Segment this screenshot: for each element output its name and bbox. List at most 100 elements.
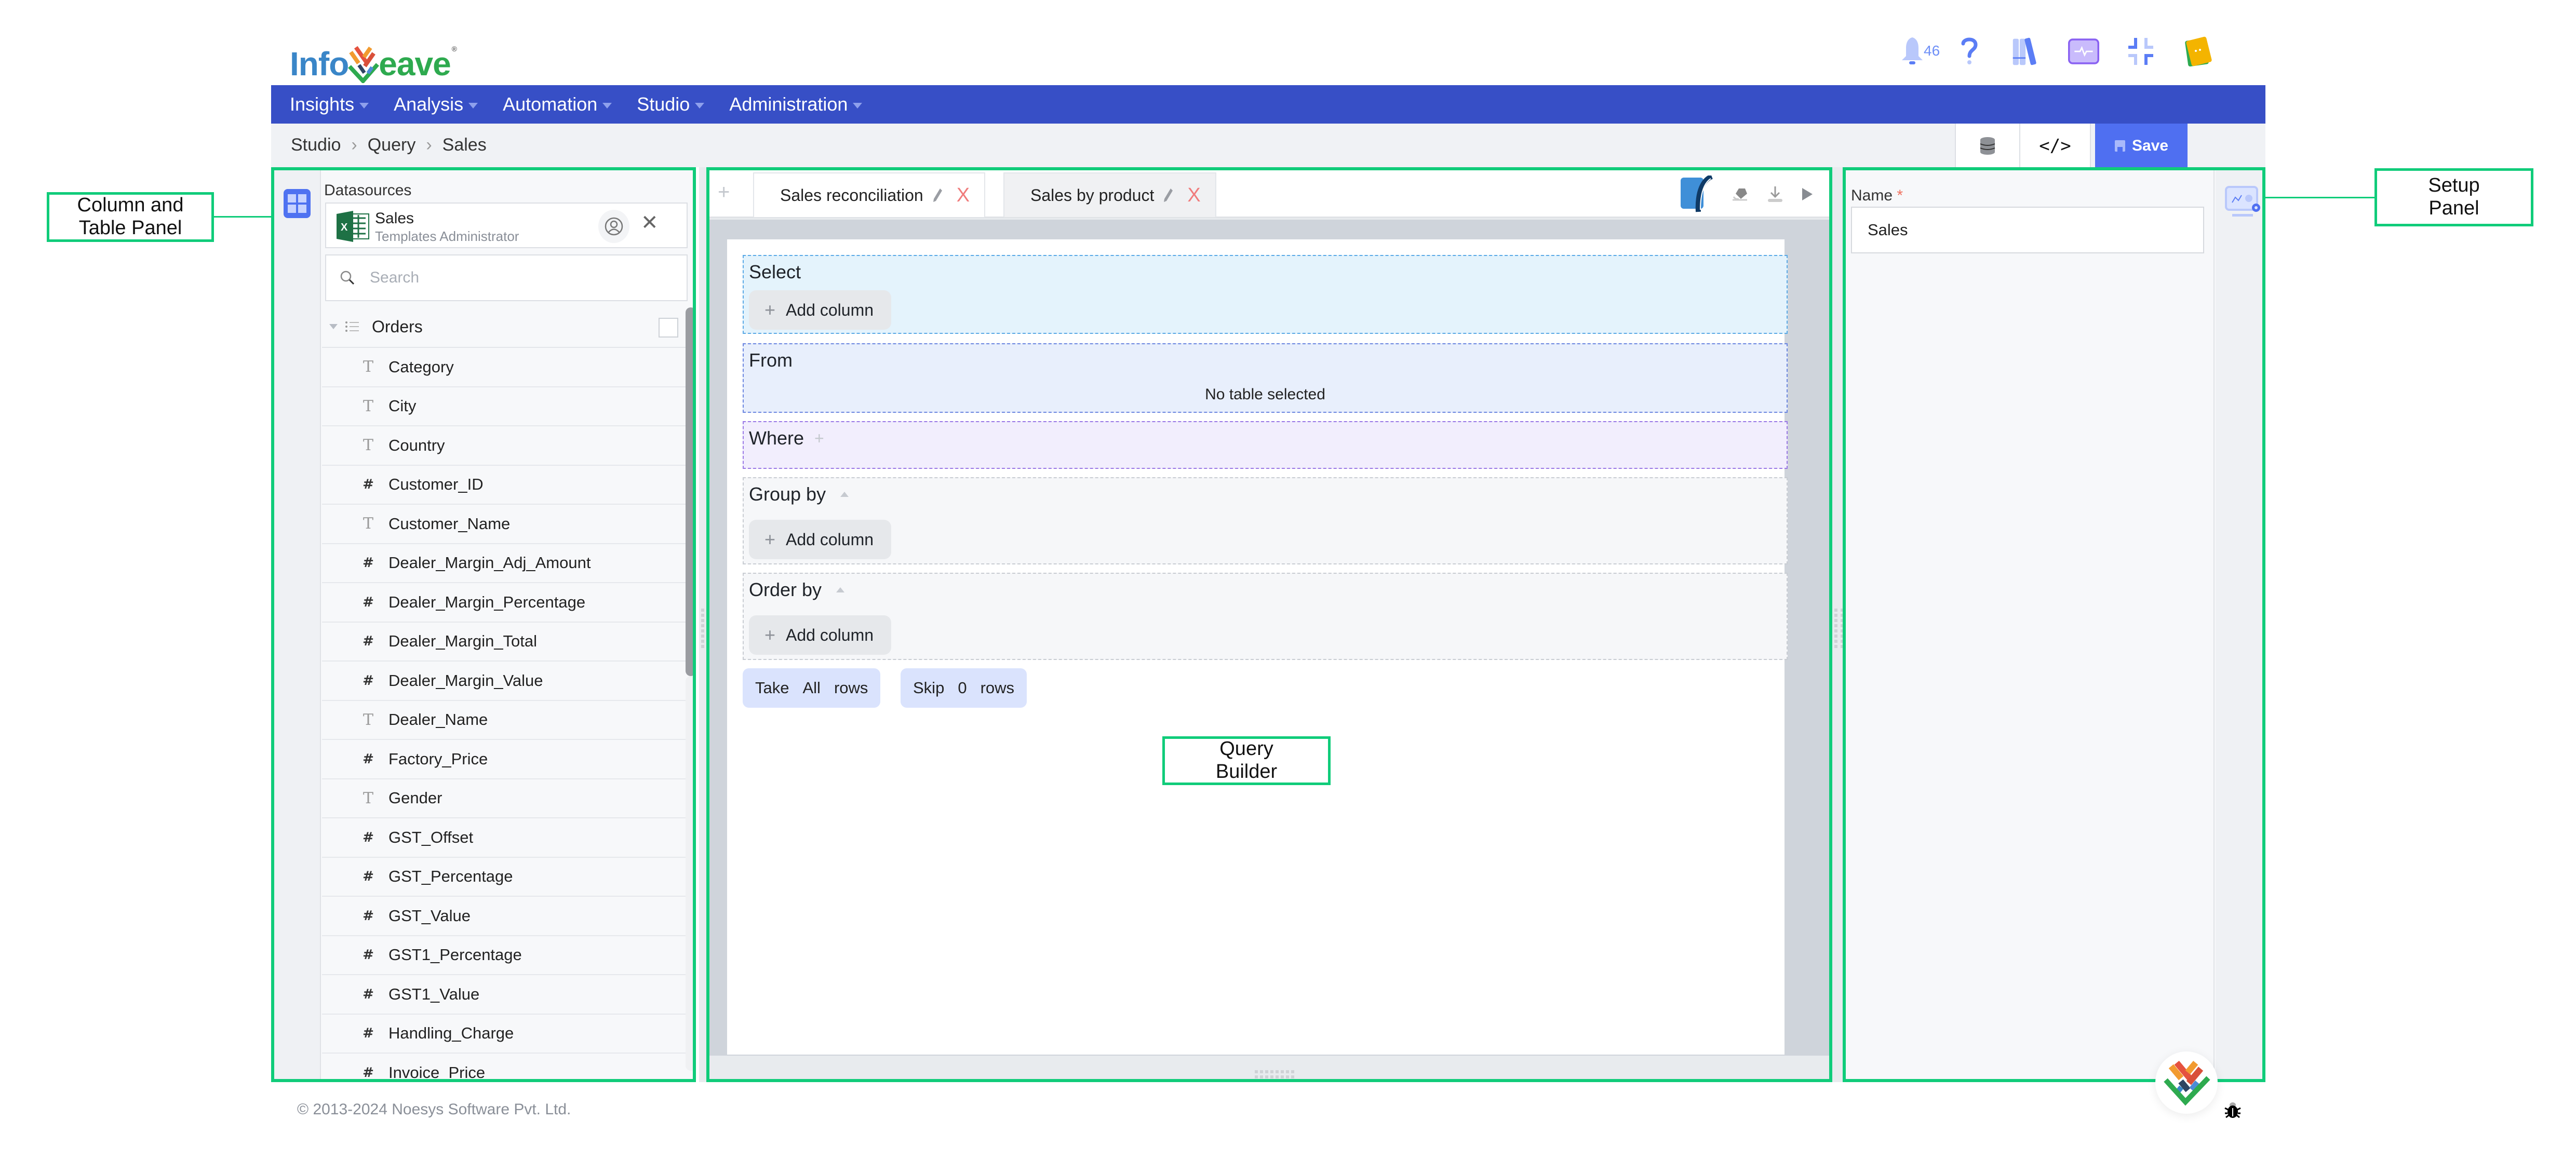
collapse-caret-icon[interactable] [840, 492, 849, 497]
skip-value[interactable]: 0 [958, 679, 967, 697]
column-item[interactable]: T Category [322, 348, 686, 387]
column-name: Factory_Price [388, 749, 488, 768]
library-button[interactable] [2011, 33, 2042, 70]
activity-monitor-button[interactable] [2068, 33, 2099, 70]
scrollbar-track [686, 676, 693, 1071]
nav-item-automation[interactable]: Automation [503, 93, 612, 115]
column-item[interactable]: # Customer_ID [322, 466, 686, 505]
column-name: GST_Percentage [388, 867, 513, 886]
sql-editor-icon[interactable] [1680, 176, 1714, 213]
tab-label: Sales by product [1030, 185, 1155, 205]
chevron-down-icon [468, 102, 478, 109]
from-clause[interactable]: From No table selected [743, 343, 1788, 413]
skip-suffix: rows [980, 679, 1015, 697]
column-item[interactable]: T City [322, 387, 686, 426]
take-value[interactable]: All [802, 679, 820, 697]
from-title: From [749, 349, 793, 371]
column-item[interactable]: # Factory_Price [322, 740, 686, 779]
add-tab-button[interactable]: + [718, 181, 730, 204]
order-by-add-column-button[interactable]: + Add column [749, 615, 892, 655]
numeric-type-icon: # [363, 986, 374, 1002]
breadcrumb-query[interactable]: Query [368, 135, 416, 155]
code-view-button[interactable]: </> [2020, 124, 2091, 168]
help-button[interactable] [1954, 33, 1985, 70]
table-node-orders[interactable]: Orders [322, 306, 686, 348]
bug-report-icon[interactable] [2224, 1102, 2242, 1118]
remove-datasource-button[interactable]: ✕ [641, 211, 659, 235]
text-type-icon: T [363, 710, 373, 729]
user-menu-button[interactable] [2182, 33, 2213, 70]
table-select-checkbox[interactable] [659, 318, 678, 338]
registered-mark: ® [451, 45, 457, 53]
numeric-type-icon: # [363, 869, 374, 885]
close-tab-icon[interactable]: X [1187, 184, 1200, 207]
text-type-icon: T [363, 358, 373, 376]
datasource-view-button[interactable] [1955, 124, 2020, 168]
column-item[interactable]: # Dealer_Margin_Percentage [322, 583, 686, 623]
column-item[interactable]: T Country [322, 426, 686, 466]
column-item[interactable]: # GST_Percentage [322, 858, 686, 897]
add-condition-button[interactable]: + [814, 429, 824, 448]
column-item[interactable]: # GST_Offset [322, 818, 686, 858]
chevron-right-icon: › [351, 135, 357, 155]
bottom-resize-handle[interactable] [1255, 1070, 1294, 1078]
notifications-button[interactable]: 46 [1897, 33, 1940, 70]
run-icon[interactable] [1801, 187, 1814, 201]
datasource-card[interactable]: X Sales Templates Administrator ✕ [325, 203, 688, 248]
datasources-heading: Datasources [324, 182, 412, 199]
collapse-view-button[interactable] [2125, 33, 2156, 70]
skip-rows-control[interactable]: Skip 0 rows [901, 668, 1027, 708]
expand-caret-icon[interactable] [329, 324, 338, 329]
annotation-arrow-icon [2265, 197, 2374, 198]
column-item[interactable]: T Dealer_Name [322, 701, 686, 740]
code-icon: </> [2039, 136, 2071, 156]
dashboard-settings-icon[interactable] [2225, 186, 2262, 219]
numeric-type-icon: # [363, 1064, 374, 1081]
table-grid-icon[interactable] [284, 189, 311, 218]
column-item[interactable]: T Customer_Name [322, 505, 686, 544]
datasource-owner-button[interactable] [598, 210, 629, 243]
tab-sales-reconciliation[interactable]: Sales reconciliation X [753, 172, 986, 217]
close-tab-icon[interactable]: X [957, 184, 970, 207]
floppy-disk-icon [2114, 140, 2125, 152]
column-list-scrollbar[interactable] [686, 307, 693, 676]
save-button[interactable]: Save [2095, 124, 2188, 168]
collapse-caret-icon[interactable] [836, 587, 845, 592]
name-input[interactable] [1851, 207, 2204, 253]
column-item[interactable]: # Dealer_Margin_Adj_Amount [322, 544, 686, 583]
pencil-icon[interactable] [1162, 187, 1174, 203]
breadcrumb: Studio › Query › Sales [291, 135, 487, 155]
text-type-icon: T [363, 515, 373, 533]
download-icon[interactable] [1767, 185, 1783, 203]
infoveave-logo[interactable]: Info eave ® [290, 31, 457, 84]
take-prefix: Take [755, 679, 789, 697]
select-add-column-button[interactable]: + Add column [749, 290, 892, 330]
take-rows-control[interactable]: Take All rows [743, 668, 881, 708]
nav-item-administration[interactable]: Administration [729, 93, 863, 115]
select-title: Select [749, 261, 801, 282]
column-item[interactable]: # Handling_Charge [322, 1015, 686, 1054]
column-item[interactable]: # Dealer_Margin_Total [322, 623, 686, 662]
column-item[interactable]: # GST_Value [322, 897, 686, 936]
eraser-icon[interactable] [1732, 186, 1749, 202]
pencil-icon[interactable] [932, 187, 943, 203]
query-tools [1680, 176, 1814, 213]
nav-item-analysis[interactable]: Analysis [394, 93, 478, 115]
breadcrumb-studio[interactable]: Studio [291, 135, 341, 155]
user-circle-icon [605, 217, 623, 236]
nav-item-insights[interactable]: Insights [290, 93, 369, 115]
nav-item-studio[interactable]: Studio [637, 93, 705, 115]
tab-sales-by-product[interactable]: Sales by product X [1003, 172, 1216, 217]
chevron-right-icon: › [426, 135, 432, 155]
assistant-launcher[interactable] [2155, 1051, 2218, 1114]
column-item[interactable]: # GST1_Value [322, 975, 686, 1015]
column-item[interactable]: T Gender [322, 779, 686, 818]
group-by-add-column-button[interactable]: + Add column [749, 520, 892, 559]
add-column-label: Add column [786, 300, 874, 319]
library-icon [2013, 37, 2036, 65]
column-item[interactable]: # Invoice_Price [322, 1054, 686, 1081]
right-resize-handle[interactable] [1832, 167, 1844, 1082]
column-item[interactable]: # Dealer_Margin_Value [322, 662, 686, 701]
search-input[interactable] [370, 269, 661, 287]
column-item[interactable]: # GST1_Percentage [322, 936, 686, 975]
